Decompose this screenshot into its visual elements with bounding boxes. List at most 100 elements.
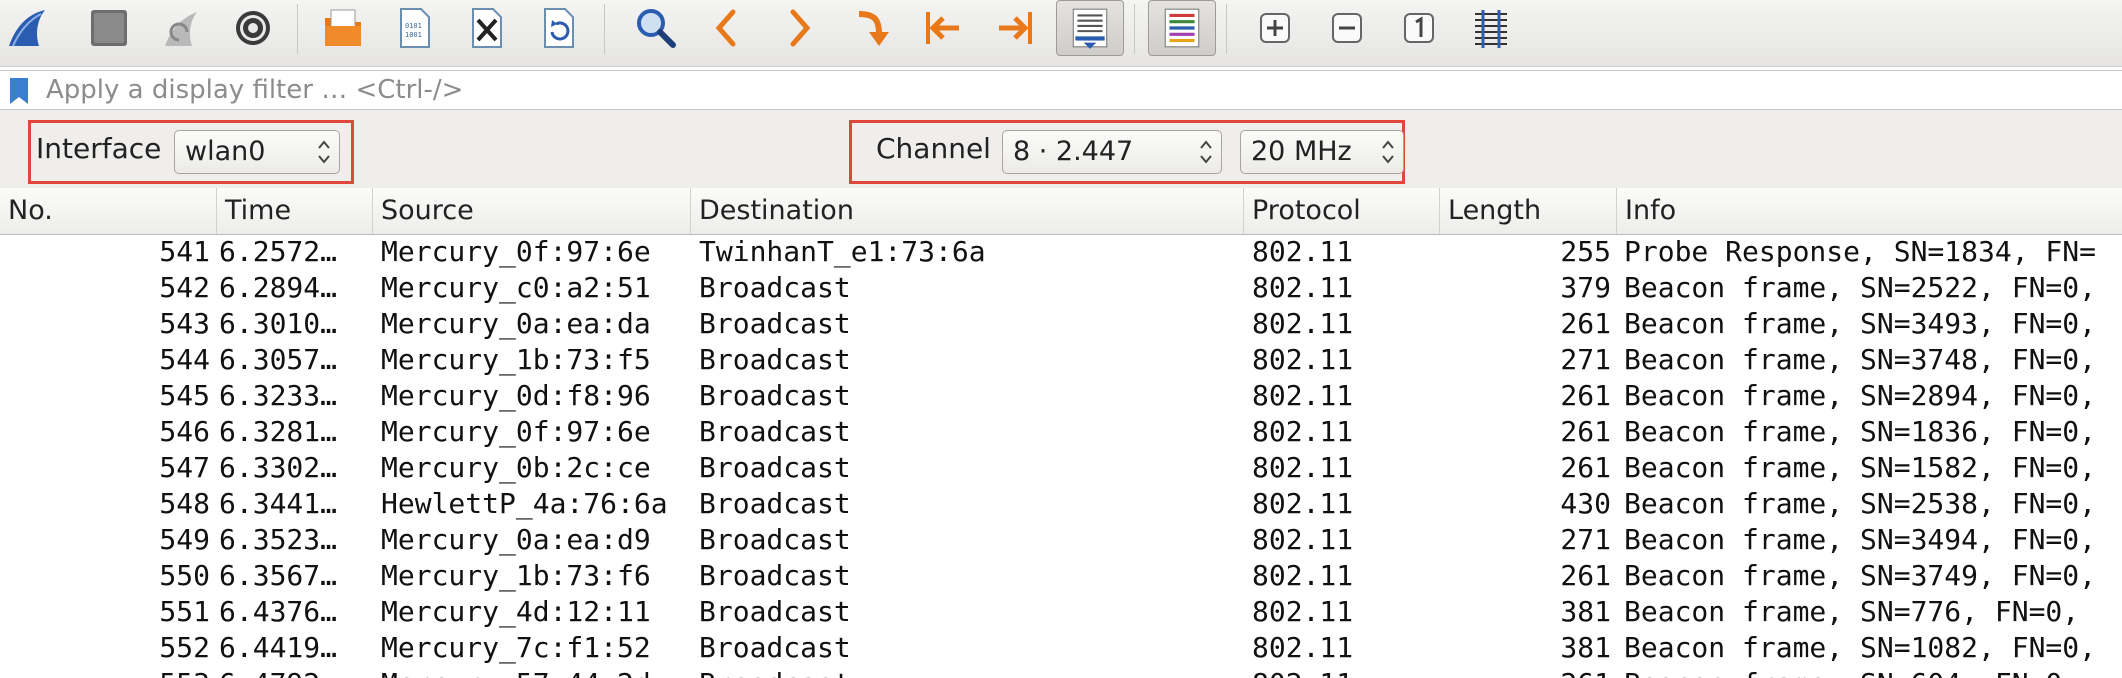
packet-length: 261 (1560, 451, 1611, 484)
interface-value: wlan0 (185, 136, 266, 167)
table-row[interactable]: 549 6.3523… Mercury_0a:ea:d9 Broadcast 802.1… (0, 522, 2122, 558)
packet-time: 6.3441… (219, 487, 338, 520)
table-row[interactable]: 545 6.3233… Mercury_0d:f8:96 Broadcast 802.1… (0, 378, 2122, 414)
first-packet-icon[interactable] (918, 3, 968, 53)
table-row[interactable]: 544 6.3057… Mercury_1b:73:f5 Broadcast 802.1… (0, 342, 2122, 378)
packet-source: Mercury_0f:97:6e (381, 415, 651, 448)
packet-destination: Broadcast (699, 451, 851, 484)
packet-source: Mercury_57:44:2d (381, 666, 688, 678)
channel-selector[interactable]: 8 · 2.447 (1002, 130, 1222, 174)
gear-icon[interactable] (228, 3, 278, 53)
packet-source: Mercury_1b:73:f6 (381, 559, 651, 592)
zoom-in-icon[interactable] (1250, 3, 1300, 53)
packet-number: 552 (159, 631, 210, 664)
packet-length: 430 (1560, 487, 1611, 520)
channel-value: 8 · 2.447 (1013, 136, 1134, 167)
packet-source: Mercury_0a:ea:d9 (381, 523, 651, 556)
table-row[interactable]: 547 6.3302… Mercury_0b:2c:ce Broadcast 802.1… (0, 450, 2122, 486)
packet-info: Beacon frame, SN=1836, FN=0, (1624, 415, 2097, 448)
table-row[interactable]: 553 6.4792… Mercury_57:44:2d Broadcast 802.1… (0, 666, 2122, 678)
interface-label: Interface (36, 132, 162, 165)
column-header-info[interactable]: Info (1617, 188, 2122, 234)
packet-protocol: 802.11 (1252, 631, 1354, 664)
normal-size-icon[interactable] (1394, 3, 1444, 53)
packet-destination: Broadcast (699, 523, 851, 556)
table-row[interactable]: 550 6.3567… Mercury_1b:73:f6 Broadcast 802.1… (0, 558, 2122, 594)
column-header-source[interactable]: Source (373, 188, 691, 234)
table-row[interactable]: 542 6.2894… Mercury_c0:a2:51 Broadcast 802.1… (0, 270, 2122, 306)
packet-destination: Broadcast (699, 559, 851, 592)
packet-number: 541 (159, 235, 210, 268)
packet-length: 379 (1560, 271, 1611, 304)
table-row[interactable]: 541 6.2572… Mercury_0f:97:6e TwinhanT_e1:73… (0, 234, 2122, 270)
packet-list[interactable]: 541 6.2572… Mercury_0f:97:6e TwinhanT_e1:73… (0, 234, 2122, 678)
colorize-icon[interactable] (1148, 0, 1216, 56)
packet-info: Beacon frame, SN=2522, FN=0, (1624, 271, 2097, 304)
packet-number: 553 (0, 666, 210, 678)
packet-destination: Broadcast (699, 379, 851, 412)
search-icon[interactable] (630, 3, 680, 53)
packet-number: 543 (159, 307, 210, 340)
packet-source: Mercury_0a:ea:da (381, 307, 651, 340)
close-file-icon[interactable] (462, 3, 512, 53)
packet-length: 381 (1560, 595, 1611, 628)
packet-time: 6.4792… (219, 666, 371, 678)
packet-time: 6.2572… (219, 235, 338, 268)
packet-info: Beacon frame, SN=3748, FN=0, (1624, 343, 2097, 376)
svg-text:0101: 0101 (405, 22, 422, 30)
packet-protocol: 802.11 (1252, 523, 1354, 556)
packet-destination: Broadcast (699, 307, 851, 340)
zoom-out-icon[interactable] (1322, 3, 1372, 53)
packet-info: Beacon frame, SN=1582, FN=0, (1624, 451, 2097, 484)
packet-protocol: 802.11 (1252, 451, 1354, 484)
packet-time: 6.3567… (219, 559, 338, 592)
packet-info: Beacon frame, SN=604, FN=0, (1624, 666, 2122, 678)
packet-number: 550 (159, 559, 210, 592)
last-packet-icon[interactable] (990, 3, 1040, 53)
interface-selector[interactable]: wlan0 (174, 130, 340, 174)
packet-time: 6.4419… (219, 631, 338, 664)
table-row[interactable]: 551 6.4376… Mercury_4d:12:11 Broadcast 802.1… (0, 594, 2122, 630)
packet-time: 6.3302… (219, 451, 338, 484)
table-row[interactable]: 552 6.4419… Mercury_7c:f1:52 Broadcast 802.1… (0, 630, 2122, 666)
packet-protocol: 802.11 (1252, 343, 1354, 376)
column-header-time[interactable]: Time (217, 188, 373, 234)
packet-length: 261 (1560, 307, 1611, 340)
packet-length: 261 (1442, 666, 1611, 678)
packet-protocol: 802.11 (1252, 307, 1354, 340)
channel-width-selector[interactable]: 20 MHz (1240, 130, 1404, 174)
main-toolbar: 0101 1001 (0, 0, 2122, 67)
packet-length: 261 (1560, 415, 1611, 448)
table-row[interactable]: 546 6.3281… Mercury_0f:97:6e Broadcast 802.1… (0, 414, 2122, 450)
packet-protocol: 802.11 (1252, 271, 1354, 304)
column-header-length[interactable]: Length (1440, 188, 1617, 234)
open-folder-icon[interactable] (318, 3, 368, 53)
packet-destination: Broadcast (699, 666, 1239, 678)
spin-arrows-icon (318, 140, 330, 164)
packet-number: 549 (159, 523, 210, 556)
packet-destination: Broadcast (699, 487, 851, 520)
display-filter-input[interactable] (46, 72, 2106, 108)
bookmark-icon[interactable] (8, 77, 30, 105)
packet-destination: TwinhanT_e1:73:6a (699, 235, 986, 268)
stop-icon[interactable] (84, 3, 134, 53)
jump-arrow-icon[interactable] (846, 3, 896, 53)
back-arrow-icon[interactable] (702, 3, 752, 53)
resize-columns-icon[interactable] (1466, 3, 1516, 53)
table-row[interactable]: 548 6.3441… HewlettP_4a:76:6a Broadcast 802.… (0, 486, 2122, 522)
display-filter-bar (0, 70, 2122, 110)
autoscroll-icon[interactable] (1056, 0, 1124, 56)
shark-fin-icon[interactable] (2, 3, 52, 53)
packet-info: Beacon frame, SN=776, FN=0, (1624, 595, 2080, 628)
column-header-no[interactable]: No. (0, 188, 217, 234)
table-row[interactable]: 543 6.3010… Mercury_0a:ea:da Broadcast 802.1… (0, 306, 2122, 342)
forward-arrow-icon[interactable] (774, 3, 824, 53)
column-header-destination[interactable]: Destination (691, 188, 1244, 234)
svg-text:1001: 1001 (405, 31, 422, 39)
reload-file-icon[interactable] (534, 3, 584, 53)
packet-number: 546 (159, 415, 210, 448)
binary-file-icon[interactable]: 0101 1001 (390, 3, 440, 53)
packet-length: 255 (1560, 235, 1611, 268)
column-header-protocol[interactable]: Protocol (1244, 188, 1440, 234)
restart-icon[interactable] (156, 3, 206, 53)
